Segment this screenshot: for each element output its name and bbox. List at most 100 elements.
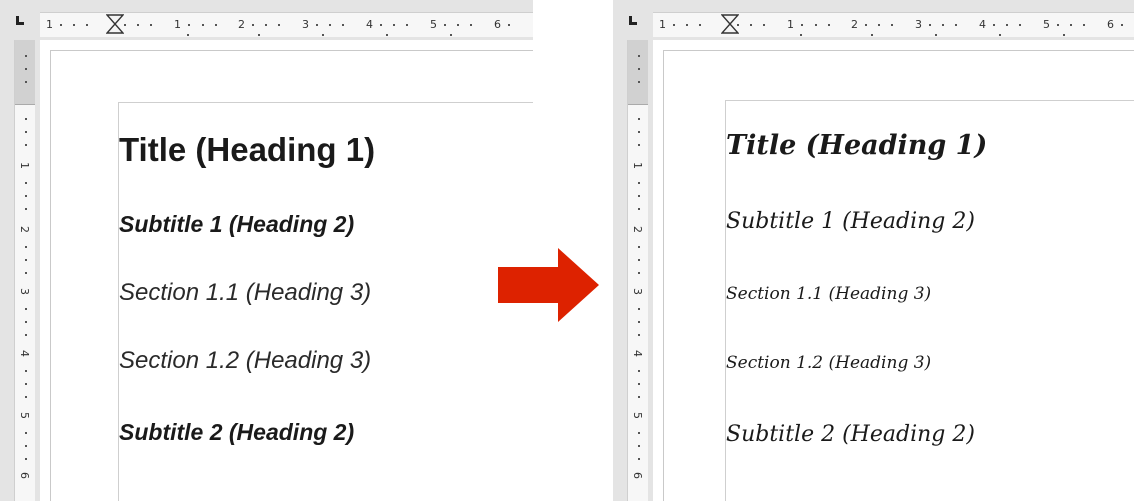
ruler-tick (638, 182, 640, 184)
ruler-tick (638, 68, 640, 70)
ruler-tick (1070, 24, 1072, 26)
ruler-tick (878, 24, 880, 26)
ruler-tick (124, 24, 126, 26)
ruler-tick (638, 334, 640, 336)
heading-1-title[interactable]: Title (Heading 1) (119, 131, 375, 169)
ruler-tick (25, 246, 27, 248)
ruler-tick (25, 259, 27, 261)
ruler-number: 5 (631, 412, 644, 419)
tab-stop-marker[interactable] (450, 34, 452, 36)
ruler-tick (457, 24, 459, 26)
ruler-tick (1019, 24, 1021, 26)
heading-3-section[interactable]: Section 1.2 (Heading 3) (119, 347, 371, 375)
tab-stop-marker[interactable] (800, 34, 802, 36)
ruler-tick (1083, 24, 1085, 26)
horizontal-ruler[interactable]: 1 1 2 3 4 5 6 (653, 0, 1134, 41)
ruler-tick (470, 24, 472, 26)
heading-3-section[interactable]: Section 1.1 (Heading 3) (119, 279, 371, 307)
ruler-tick (25, 68, 27, 70)
ruler-tick (86, 24, 88, 26)
tab-stop-marker[interactable] (386, 34, 388, 36)
ruler-tick (993, 24, 995, 26)
ruler-tick (929, 24, 931, 26)
before-document-panel: 1 1 2 3 4 5 6 1 2 3 4 5 6 Title (Heading… (0, 0, 533, 501)
ruler-tick (638, 445, 640, 447)
ruler-tick (265, 24, 267, 26)
top-margin-area (628, 40, 648, 105)
hourglass-indent-marker-icon[interactable] (721, 14, 739, 34)
ruler-tick (406, 24, 408, 26)
ruler-number: 2 (18, 226, 31, 233)
ruler-tick (73, 24, 75, 26)
ruler-tick (638, 118, 640, 120)
ruler-tick (1121, 24, 1123, 26)
ruler-tick (942, 24, 944, 26)
document-page[interactable]: Title (Heading 1) Subtitle 1 (Heading 2)… (40, 40, 533, 501)
ruler-tick (25, 383, 27, 385)
tab-stop-marker[interactable] (871, 34, 873, 36)
ruler-tick (25, 272, 27, 274)
ruler-number: 6 (1107, 18, 1114, 31)
heading-2-subtitle[interactable]: Subtitle 2 (Heading 2) (119, 419, 354, 446)
left-tab-stop-icon[interactable] (627, 16, 637, 26)
ruler-tick (342, 24, 344, 26)
ruler-tick (1057, 24, 1059, 26)
ruler-tick (638, 272, 640, 274)
ruler-tick (25, 208, 27, 210)
ruler-tick (699, 24, 701, 26)
heading-1-title[interactable]: Title (Heading 1) (726, 130, 987, 161)
page-edge (663, 50, 1134, 51)
ruler-number: 5 (430, 18, 437, 31)
ruler-tick (25, 55, 27, 57)
ruler-tick (393, 24, 395, 26)
ruler-number: 4 (18, 350, 31, 357)
horizontal-ruler[interactable]: 1 1 2 3 4 5 6 (40, 0, 533, 41)
ruler-tick (815, 24, 817, 26)
ruler-tick (25, 445, 27, 447)
ruler-number: 2 (238, 18, 245, 31)
ruler-tick (25, 458, 27, 460)
tab-stop-marker[interactable] (187, 34, 189, 36)
vertical-ruler[interactable]: 1 2 3 4 5 6 (613, 40, 654, 501)
ruler-tick (25, 321, 27, 323)
ruler-number: 2 (631, 226, 644, 233)
tab-stop-marker[interactable] (999, 34, 1001, 36)
after-document-panel: 1 1 2 3 4 5 6 1 2 3 4 5 6 Title (Heading… (613, 0, 1134, 501)
tab-stop-marker[interactable] (935, 34, 937, 36)
tab-stop-marker[interactable] (258, 34, 260, 36)
ruler-tick (638, 259, 640, 261)
ruler-tick (188, 24, 190, 26)
tab-stop-marker[interactable] (1063, 34, 1065, 36)
page-edge (663, 50, 664, 501)
ruler-tick (150, 24, 152, 26)
left-tab-stop-icon[interactable] (14, 16, 24, 26)
heading-2-subtitle[interactable]: Subtitle 1 (Heading 2) (726, 209, 975, 234)
ruler-tick (25, 131, 27, 133)
document-page[interactable]: Title (Heading 1) Subtitle 1 (Heading 2)… (653, 40, 1134, 501)
ruler-number: 4 (366, 18, 373, 31)
ruler-tick (638, 370, 640, 372)
ruler-number: 3 (915, 18, 922, 31)
heading-3-section[interactable]: Section 1.2 (Heading 3) (726, 353, 931, 373)
heading-2-subtitle[interactable]: Subtitle 2 (Heading 2) (726, 422, 975, 447)
ruler-tick (25, 432, 27, 434)
ruler-track: 1 2 3 4 5 6 (627, 40, 648, 501)
ruler-tick (686, 24, 688, 26)
ruler-tick (1006, 24, 1008, 26)
ruler-tick (25, 308, 27, 310)
ruler-tick (750, 24, 752, 26)
ruler-tick (955, 24, 957, 26)
heading-2-subtitle[interactable]: Subtitle 1 (Heading 2) (119, 211, 354, 238)
ruler-corner[interactable] (613, 0, 654, 41)
hourglass-indent-marker-icon[interactable] (106, 14, 124, 34)
right-arrow-icon (498, 248, 599, 322)
tab-stop-marker[interactable] (322, 34, 324, 36)
heading-3-section[interactable]: Section 1.1 (Heading 3) (726, 284, 931, 304)
ruler-number: 1 (787, 18, 794, 31)
vertical-ruler[interactable]: 1 2 3 4 5 6 (0, 40, 41, 501)
ruler-corner[interactable] (0, 0, 41, 41)
ruler-tick (60, 24, 62, 26)
ruler-tick (638, 458, 640, 460)
ruler-tick (25, 81, 27, 83)
ruler-tick (638, 195, 640, 197)
